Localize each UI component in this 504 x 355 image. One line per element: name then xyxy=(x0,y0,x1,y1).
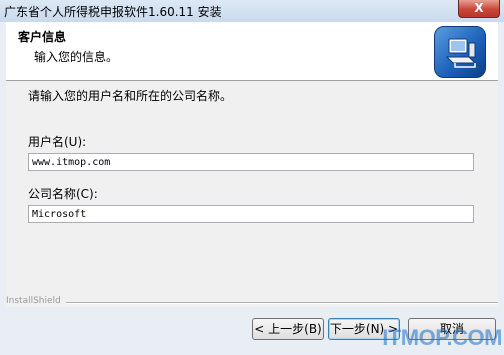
watermark-logo: ITMOP.COM xyxy=(382,325,502,350)
username-field[interactable] xyxy=(28,153,474,171)
instruction-text: 请输入您的用户名和所在的公司名称。 xyxy=(28,89,233,103)
installer-computer-icon xyxy=(434,26,486,78)
installer-window: 广东省个人所得税申报软件1.60.11 安装 X 客户信息 输入您的信息。 请输… xyxy=(0,0,504,355)
company-field[interactable] xyxy=(28,205,474,223)
page-subtitle: 输入您的信息。 xyxy=(34,50,119,64)
company-label: 公司名称(C): xyxy=(28,187,98,201)
page-title: 客户信息 xyxy=(18,30,67,44)
footer-divider xyxy=(66,302,498,304)
close-button[interactable]: X xyxy=(458,0,500,18)
title-bar[interactable]: 广东省个人所得税申报软件1.60.11 安装 X xyxy=(0,0,504,22)
header-panel: 客户信息 输入您的信息。 xyxy=(6,22,498,81)
content-panel: 请输入您的用户名和所在的公司名称。 用户名(U): 公司名称(C): xyxy=(6,81,498,307)
back-button[interactable]: < 上一步(B) xyxy=(252,318,324,340)
installshield-brand: InstallShield xyxy=(6,296,61,306)
username-label: 用户名(U): xyxy=(28,135,87,149)
close-icon: X xyxy=(474,1,484,15)
window-title: 广东省个人所得税申报软件1.60.11 安装 xyxy=(4,5,222,19)
